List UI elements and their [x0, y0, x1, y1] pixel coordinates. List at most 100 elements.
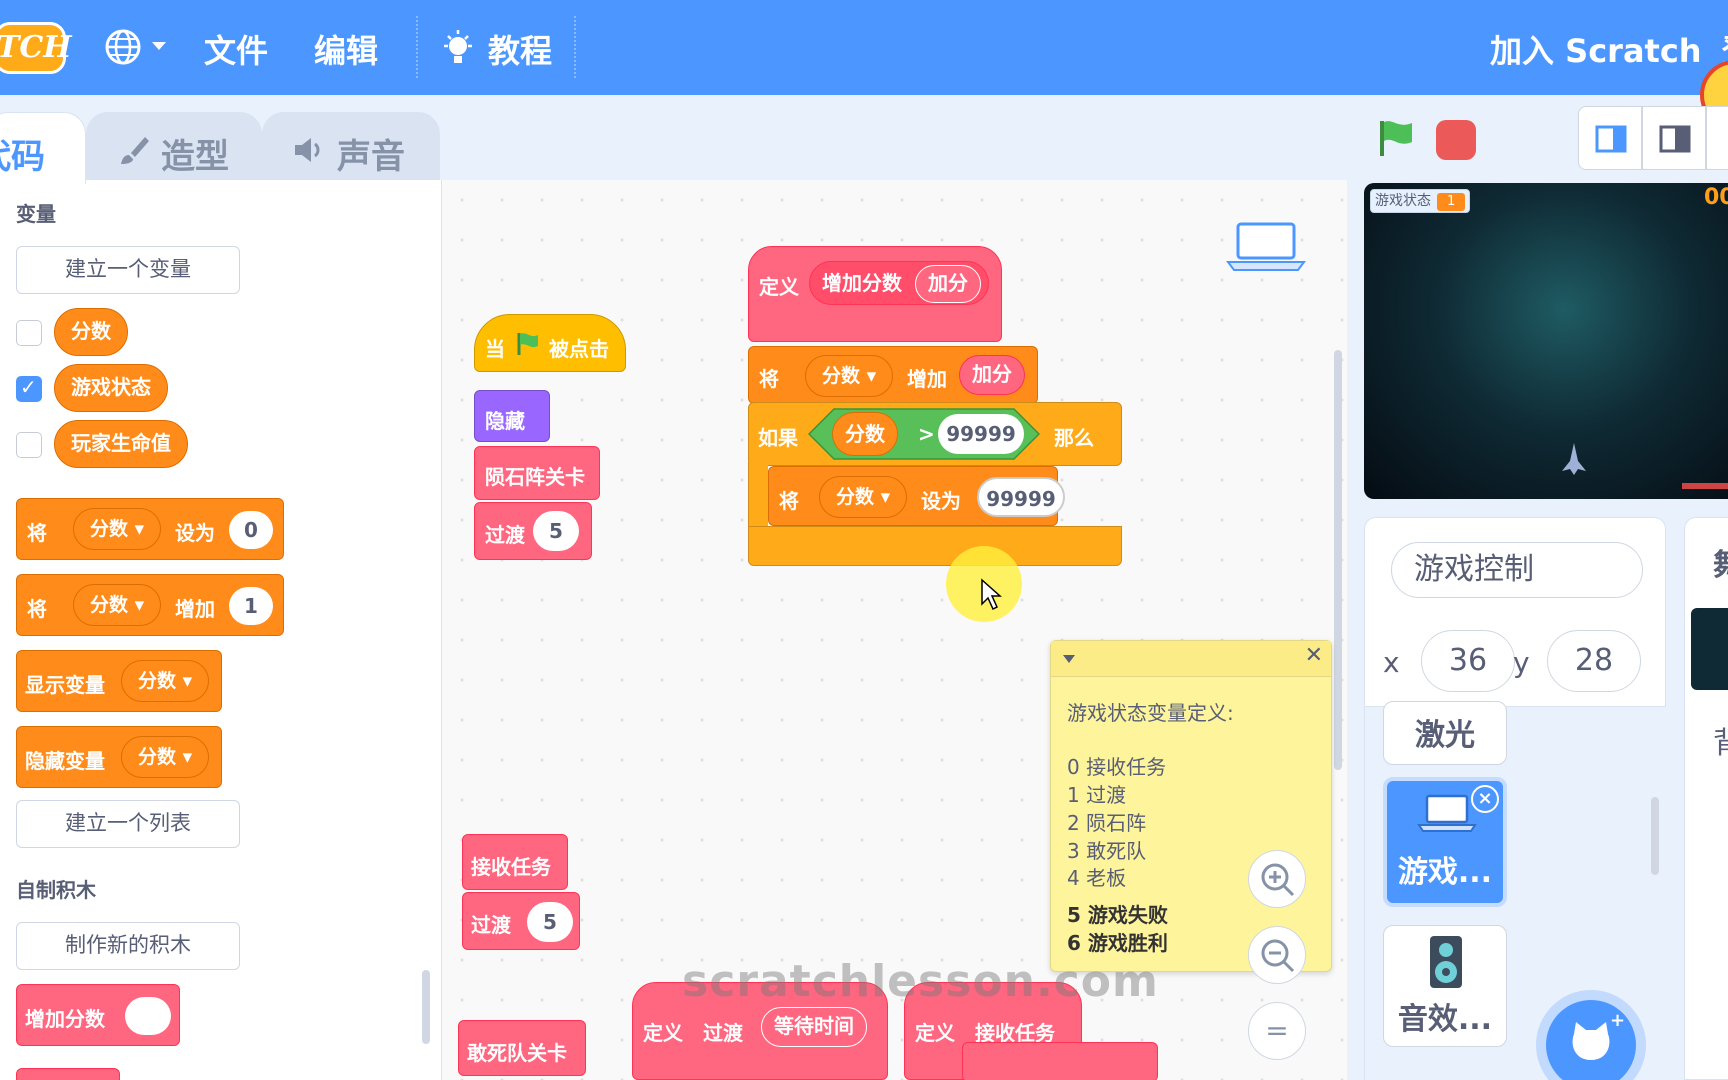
custom-block-add-score[interactable]: 增加分数 [16, 984, 180, 1046]
param-add-points[interactable]: 加分 [915, 265, 981, 303]
variable-reporter-game-state[interactable]: 游戏状态 [54, 364, 168, 412]
join-scratch-link[interactable]: 加入 Scratch [1490, 26, 1702, 72]
backdrop-thumbnail[interactable] [1691, 608, 1728, 690]
add-sprite-button[interactable]: + [1546, 1000, 1636, 1080]
variable-dropdown[interactable]: 分数 ▾ [73, 508, 162, 550]
block-input-slot[interactable] [125, 997, 171, 1035]
stage-canvas[interactable]: 游戏状态 1 00 [1364, 183, 1728, 499]
speaker-sprite-icon [1430, 936, 1462, 988]
menu-separator [574, 16, 576, 78]
compare-value-input[interactable]: 99999 [938, 414, 1024, 454]
make-block-button[interactable]: 制作新的积木 [16, 922, 240, 970]
palette-scrollbar[interactable] [422, 970, 430, 1044]
meteor-level-block[interactable]: 陨石阵关卡 [474, 446, 600, 500]
script-block-partial[interactable] [962, 1042, 1158, 1080]
stage-target-pane[interactable]: 舞 背 [1684, 517, 1728, 1080]
menu-edit[interactable]: 编辑 [314, 26, 378, 72]
green-flag-button[interactable] [1376, 118, 1416, 158]
menu-tutorials[interactable]: 教程 [488, 26, 552, 72]
receive-mission-block[interactable]: 接收任务 [462, 834, 568, 890]
variable-checkbox-score[interactable] [16, 320, 42, 346]
block-palette: 变量 建立一个变量 分数 游戏状态 玩家生命值 将 分数 ▾ 设为 0 将 分数… [0, 180, 442, 1080]
tab-costumes[interactable]: 造型 [86, 112, 262, 182]
comment-title: 游戏状态变量定义: [1067, 701, 1234, 725]
variable-dropdown[interactable]: 分数 ▾ [805, 355, 894, 397]
transition-value-input[interactable]: 5 [527, 902, 573, 942]
sprite-tile-laser[interactable]: 激光 [1383, 701, 1507, 765]
show-variable-block[interactable]: 显示变量 分数 ▾ [16, 650, 222, 712]
comment-line: 4 老板 [1067, 866, 1127, 890]
when-flag-clicked-hat[interactable]: 当 被点击 [474, 314, 626, 372]
custom-block-partial[interactable] [16, 1068, 120, 1080]
sprite-list-scrollbar[interactable] [1651, 797, 1659, 875]
mouse-cursor-icon [981, 578, 1002, 611]
hide-block[interactable]: 隐藏 [474, 390, 550, 442]
y-label: y [1513, 646, 1530, 679]
sprite-tile-game-control[interactable]: × 游戏... [1383, 777, 1507, 907]
collapse-icon[interactable] [1063, 655, 1075, 663]
normal-stage-button[interactable] [1642, 106, 1706, 170]
param-reporter-add-points[interactable]: 加分 [959, 355, 1025, 395]
y-input[interactable]: 28 [1547, 630, 1641, 692]
value-input[interactable]: 0 [229, 511, 273, 549]
if-arm [748, 462, 768, 528]
set-value-input[interactable]: 99999 [977, 477, 1065, 517]
transition-value-input[interactable]: 5 [533, 511, 579, 551]
small-stage-button[interactable] [1578, 106, 1642, 170]
comment-header[interactable]: ✕ [1051, 641, 1331, 677]
sprite-info-panel: 游戏控制 x 36 y 28 [1364, 517, 1666, 707]
tab-code[interactable]: 代码 [0, 112, 86, 184]
set-variable-block[interactable]: 将 分数 ▾ 设为 0 [16, 498, 284, 560]
variable-reporter-player-health[interactable]: 玩家生命值 [54, 420, 188, 468]
laptop-icon [1417, 794, 1477, 832]
variable-checkbox-game-state[interactable] [16, 375, 42, 402]
tab-sounds[interactable]: 声音 [262, 112, 440, 182]
variable-reporter-score[interactable]: 分数 [54, 308, 128, 356]
sprite-name-input[interactable]: 游戏控制 [1391, 542, 1643, 598]
svg-text:+: + [1610, 1010, 1625, 1031]
menu-file[interactable]: 文件 [204, 26, 268, 72]
param-wait-time[interactable]: 等待时间 [761, 1007, 867, 1047]
comment-note[interactable]: ✕ 游戏状态变量定义: 0 接收任务 1 过渡 2 陨石阵 3 敢死队 4 老板… [1050, 640, 1332, 972]
variable-monitor-game-state[interactable]: 游戏状态 1 [1370, 189, 1471, 213]
player-ship-icon [1562, 443, 1586, 475]
zoom-in-icon [1261, 863, 1295, 897]
set-score-block[interactable]: 将 分数 ▾ 设为 99999 [768, 466, 1065, 526]
cat-add-icon: + [1572, 1010, 1625, 1060]
transition-block[interactable]: 过渡 5 [462, 892, 580, 950]
dare-squad-level-block[interactable]: 敢死队关卡 [458, 1020, 586, 1076]
comment-line-bold: 5 游戏失败 [1067, 903, 1168, 927]
zoom-in-button[interactable] [1248, 850, 1306, 908]
variable-dropdown[interactable]: 分数 ▾ [121, 660, 210, 702]
variable-dropdown[interactable]: 分数 ▾ [819, 476, 908, 518]
backdrop-label: 背 [1713, 718, 1728, 762]
globe-icon[interactable] [104, 28, 142, 66]
variable-dropdown[interactable]: 分数 ▾ [73, 584, 162, 626]
stage-pane-title: 舞 [1713, 540, 1728, 584]
score-display: 00 [1704, 185, 1728, 210]
change-variable-block[interactable]: 将 分数 ▾ 增加 1 [16, 574, 284, 636]
variable-checkbox-player-health[interactable] [16, 432, 42, 458]
stop-button[interactable] [1436, 120, 1476, 160]
laptop-sprite-icon [1226, 222, 1306, 271]
make-variable-button[interactable]: 建立一个变量 [16, 246, 240, 294]
change-score-block[interactable]: 将 分数 ▾ 增加 加分 [748, 346, 1038, 404]
variable-dropdown[interactable]: 分数 ▾ [121, 736, 210, 778]
script-area-scrollbar[interactable] [1334, 350, 1342, 770]
hide-variable-block[interactable]: 隐藏变量 分数 ▾ [16, 726, 222, 788]
menu-separator [416, 16, 418, 78]
transition-block[interactable]: 过渡 5 [474, 502, 592, 560]
reporter-score[interactable]: 分数 [832, 412, 898, 456]
fullscreen-button[interactable] [1706, 106, 1728, 170]
define-add-score-hat[interactable]: 定义 增加分数 加分 [748, 246, 1002, 342]
scratch-logo[interactable]: TCH [0, 22, 72, 74]
zoom-out-button[interactable] [1248, 926, 1306, 984]
normal-stage-icon [1659, 125, 1691, 153]
x-input[interactable]: 36 [1421, 630, 1515, 692]
sprite-tile-sound-effects[interactable]: 音效... [1383, 925, 1507, 1047]
close-icon[interactable]: ✕ [1305, 643, 1323, 668]
make-list-button[interactable]: 建立一个列表 [16, 800, 240, 848]
value-input[interactable]: 1 [229, 587, 273, 625]
delete-sprite-icon[interactable]: × [1471, 785, 1499, 813]
zoom-reset-button[interactable]: = [1248, 1002, 1306, 1060]
